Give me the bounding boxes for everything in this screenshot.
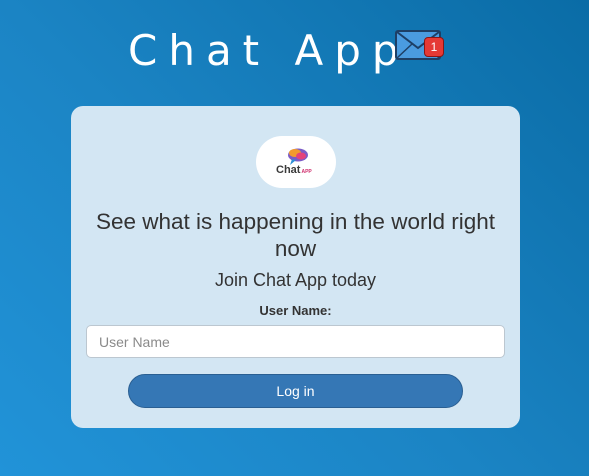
login-button[interactable]: Log in [128, 374, 463, 408]
app-title: Chat App [128, 26, 410, 75]
login-card: ChatAPP See what is happening in the wor… [71, 106, 520, 428]
notification-badge: 1 [424, 37, 444, 57]
subheadline: Join Chat App today [214, 270, 377, 290]
headline: See what is happening in the world right… [95, 209, 495, 261]
username-label: User Name: [259, 303, 332, 318]
app-header: Chat App 1 [0, 18, 589, 88]
username-input[interactable] [86, 325, 505, 358]
logo-wordmark: ChatAPP [276, 164, 312, 176]
app-logo: ChatAPP [256, 136, 336, 188]
